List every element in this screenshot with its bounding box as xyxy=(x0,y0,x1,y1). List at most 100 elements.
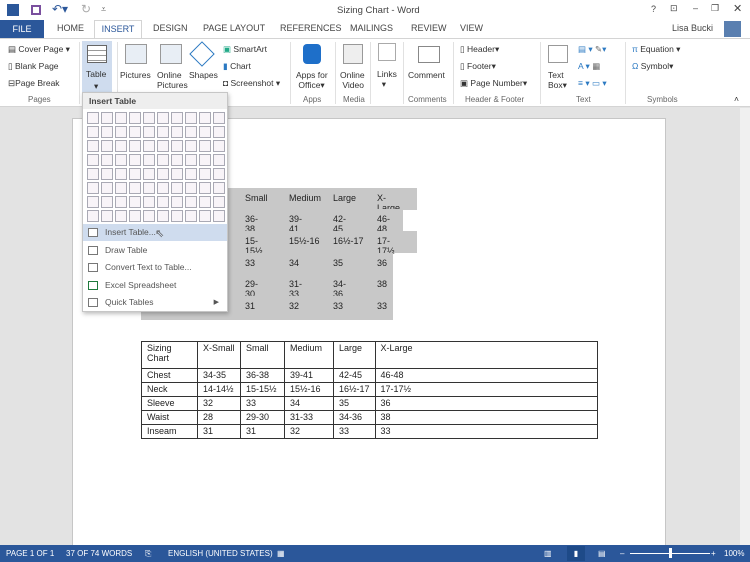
table-cell[interactable]: X-Small xyxy=(197,341,241,369)
grid-cell[interactable] xyxy=(115,168,127,180)
grid-cell[interactable] xyxy=(171,196,183,208)
table-cell[interactable]: Waist xyxy=(141,410,198,425)
grid-cell[interactable] xyxy=(143,182,155,194)
grid-cell[interactable] xyxy=(87,126,99,138)
table-cell[interactable]: Small xyxy=(240,341,285,369)
avatar[interactable] xyxy=(724,21,741,37)
table-cell[interactable]: Large xyxy=(333,341,376,369)
table-cell[interactable]: 39-41 xyxy=(284,368,334,383)
table-cell[interactable]: 36 xyxy=(374,396,598,411)
read-mode-icon[interactable]: ▥ xyxy=(544,549,552,558)
grid-cell[interactable] xyxy=(87,140,99,152)
grid-cell[interactable] xyxy=(213,168,225,180)
table-cell[interactable]: 33 xyxy=(374,424,598,439)
redo-icon[interactable]: ↻ xyxy=(81,2,91,16)
customize-qat-icon[interactable]: ⩡ xyxy=(101,4,106,15)
zoom-in-button[interactable]: + xyxy=(711,549,716,558)
grid-cell[interactable] xyxy=(157,112,169,124)
grid-cell[interactable] xyxy=(143,154,155,166)
table-cell[interactable]: Chest xyxy=(141,368,198,383)
zoom-out-button[interactable]: – xyxy=(620,549,624,558)
grid-cell[interactable] xyxy=(157,126,169,138)
grid-cell[interactable] xyxy=(171,126,183,138)
symbol-button[interactable]: Ω Symbol▾ xyxy=(632,61,673,72)
tab-page-layout[interactable]: PAGE LAYOUT xyxy=(203,23,265,33)
online-video-button[interactable]: Online Video xyxy=(340,70,365,90)
grid-cell[interactable] xyxy=(171,154,183,166)
grid-cell[interactable] xyxy=(213,154,225,166)
macro-icon[interactable]: ▦ xyxy=(277,549,285,558)
grid-cell[interactable] xyxy=(157,196,169,208)
cover-page-button[interactable]: ▤ Cover Page ▾ xyxy=(8,44,70,55)
table-cell[interactable]: 38 xyxy=(374,410,598,425)
restore-icon[interactable]: ❐ xyxy=(711,3,719,14)
pictures-button[interactable]: Pictures xyxy=(120,70,151,80)
table-cell[interactable]: Sizing Chart xyxy=(141,341,198,369)
grid-cell[interactable] xyxy=(143,196,155,208)
grid-cell[interactable] xyxy=(213,126,225,138)
text-box-button[interactable]: Text Box▾ xyxy=(548,70,567,91)
grid-cell[interactable] xyxy=(157,210,169,222)
page-count[interactable]: PAGE 1 OF 1 xyxy=(6,549,54,558)
table-cell[interactable]: 28 xyxy=(197,410,241,425)
grid-cell[interactable] xyxy=(101,140,113,152)
table-cell[interactable]: Neck xyxy=(141,382,198,397)
grid-cell[interactable] xyxy=(101,210,113,222)
table-size-grid[interactable] xyxy=(87,112,225,222)
tab-mailings[interactable]: MAILINGS xyxy=(350,23,393,33)
minimize-icon[interactable]: – xyxy=(693,3,698,13)
menu-item-draw-table[interactable]: Draw Table xyxy=(83,242,227,259)
online-pictures-button[interactable]: Online Pictures xyxy=(157,70,188,90)
grid-cell[interactable] xyxy=(101,182,113,194)
smartart-button[interactable]: ▣ SmartArt xyxy=(223,44,267,55)
grid-cell[interactable] xyxy=(129,196,141,208)
grid-cell[interactable] xyxy=(199,154,211,166)
header-button[interactable]: ▯ Header▾ xyxy=(460,44,499,55)
grid-cell[interactable] xyxy=(129,140,141,152)
table-cell[interactable]: 34-36 xyxy=(333,410,376,425)
grid-cell[interactable] xyxy=(157,182,169,194)
grid-cell[interactable] xyxy=(101,154,113,166)
table-cell[interactable]: Medium xyxy=(284,341,334,369)
grid-cell[interactable] xyxy=(213,196,225,208)
vertical-scrollbar[interactable] xyxy=(740,108,750,545)
grid-cell[interactable] xyxy=(171,182,183,194)
menu-item-insert-table[interactable]: Insert Table... ⇖ xyxy=(83,224,227,241)
grid-cell[interactable] xyxy=(87,112,99,124)
table-cell[interactable]: X-Large xyxy=(374,341,598,369)
tab-view[interactable]: VIEW xyxy=(460,23,483,33)
grid-cell[interactable] xyxy=(171,140,183,152)
grid-cell[interactable] xyxy=(199,196,211,208)
grid-cell[interactable] xyxy=(101,112,113,124)
footer-button[interactable]: ▯ Footer▾ xyxy=(460,61,496,72)
table-cell[interactable]: 32 xyxy=(284,424,334,439)
equation-button[interactable]: π Equation ▾ xyxy=(632,44,680,55)
grid-cell[interactable] xyxy=(87,154,99,166)
grid-cell[interactable] xyxy=(143,210,155,222)
table-cell[interactable]: 35 xyxy=(333,396,376,411)
grid-cell[interactable] xyxy=(143,168,155,180)
grid-cell[interactable] xyxy=(115,210,127,222)
grid-cell[interactable] xyxy=(199,168,211,180)
web-layout-icon[interactable]: ▤ xyxy=(598,549,606,558)
table-cell[interactable]: 17-17½ xyxy=(374,382,598,397)
close-icon[interactable]: ✕ xyxy=(733,2,742,15)
print-layout-icon[interactable]: ▮ xyxy=(567,546,585,561)
table-cell[interactable]: 34 xyxy=(284,396,334,411)
grid-cell[interactable] xyxy=(171,168,183,180)
grid-cell[interactable] xyxy=(129,154,141,166)
grid-cell[interactable] xyxy=(157,168,169,180)
word-count[interactable]: 37 OF 74 WORDS xyxy=(66,549,132,558)
zoom-level[interactable]: 100% xyxy=(724,549,744,558)
grid-cell[interactable] xyxy=(185,182,197,194)
grid-cell[interactable] xyxy=(199,182,211,194)
menu-item-quick-tables[interactable]: Quick Tables ▶ xyxy=(83,294,227,311)
ribbon-display-icon[interactable]: ⊡ xyxy=(670,3,678,14)
grid-cell[interactable] xyxy=(143,112,155,124)
table-cell[interactable]: 34-35 xyxy=(197,368,241,383)
sizing-table[interactable]: Sizing Chart X-Small Small Medium Large X-Lar… xyxy=(141,341,598,439)
wordart-button[interactable]: A ▾ ▦ xyxy=(578,61,600,72)
grid-cell[interactable] xyxy=(157,154,169,166)
table-button[interactable]: Table ▾ xyxy=(82,41,112,93)
grid-cell[interactable] xyxy=(185,168,197,180)
